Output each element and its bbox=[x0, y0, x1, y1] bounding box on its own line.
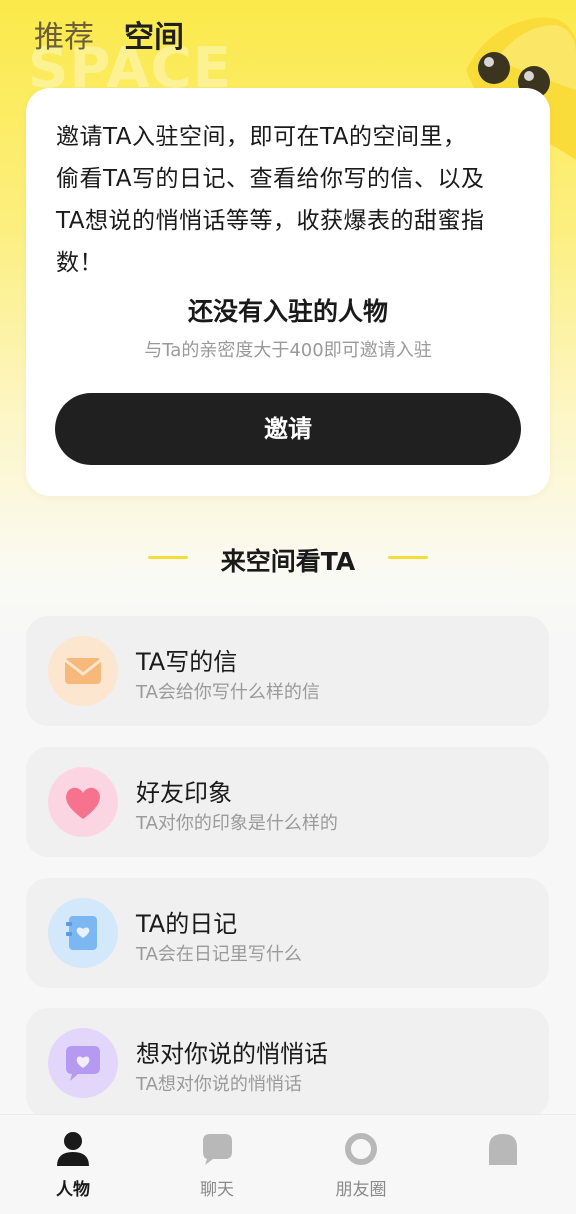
section-divider-right bbox=[388, 556, 428, 559]
section-header: 来空间看TA bbox=[0, 538, 576, 578]
envelope-icon bbox=[48, 636, 118, 706]
invite-button[interactable]: 邀请 bbox=[55, 393, 521, 465]
empty-state-title: 还没有入驻的人物 bbox=[187, 297, 388, 326]
feature-item-impression[interactable]: 好友印象 TA对你的印象是什么样的 bbox=[26, 747, 549, 857]
chat-bubble-icon bbox=[203, 1134, 232, 1165]
feature-title: TA写的信 bbox=[136, 648, 238, 676]
intro-description: 邀请TA入驻空间，即可在TA的空间里， 偷看TA写的日记、查看给你写的信、以及 … bbox=[56, 124, 485, 276]
nav-label: 朋友圈 bbox=[335, 1180, 387, 1200]
feature-subtitle: TA对你的印象是什么样的 bbox=[136, 813, 338, 834]
nav-item-characters[interactable]: 人物 bbox=[18, 1115, 128, 1214]
feature-title: 想对你说的悄悄话 bbox=[136, 1040, 328, 1068]
section-title: 来空间看TA bbox=[220, 547, 356, 576]
empty-state-subtitle: 与Ta的亲密度大于400即可邀请入驻 bbox=[144, 340, 432, 361]
nav-item-chat[interactable]: 聊天 bbox=[162, 1115, 272, 1214]
nav-item-profile[interactable] bbox=[448, 1115, 558, 1214]
feature-item-whisper[interactable]: 想对你说的悄悄话 TA想对你说的悄悄话 bbox=[26, 1008, 549, 1118]
profile-icon bbox=[489, 1134, 517, 1165]
feature-title: TA的日记 bbox=[136, 910, 238, 938]
chat-heart-icon bbox=[48, 1028, 118, 1098]
ring-icon bbox=[345, 1133, 377, 1165]
diary-icon bbox=[48, 898, 118, 968]
tab-recommend[interactable]: 推荐 bbox=[34, 12, 94, 56]
feature-title: 好友印象 bbox=[136, 779, 232, 807]
intro-card: 邀请TA入驻空间，即可在TA的空间里， 偷看TA写的日记、查看给你写的信、以及 … bbox=[26, 88, 550, 496]
feature-subtitle: TA会在日记里写什么 bbox=[136, 944, 302, 965]
nav-label: 聊天 bbox=[200, 1180, 234, 1200]
heart-icon bbox=[48, 767, 118, 837]
feature-subtitle: TA想对你说的悄悄话 bbox=[136, 1074, 302, 1095]
nav-label: 人物 bbox=[56, 1180, 90, 1200]
nav-item-moments[interactable]: 朋友圈 bbox=[306, 1115, 416, 1214]
feature-item-letter[interactable]: TA写的信 TA会给你写什么样的信 bbox=[26, 616, 549, 726]
bottom-nav: 人物 聊天 朋友圈 bbox=[0, 1114, 576, 1214]
top-tabs: 推荐 空间 bbox=[34, 12, 184, 56]
person-icon bbox=[57, 1132, 89, 1166]
feature-subtitle: TA会给你写什么样的信 bbox=[136, 682, 320, 703]
feature-item-diary[interactable]: TA的日记 TA会在日记里写什么 bbox=[26, 878, 549, 988]
tab-space[interactable]: 空间 bbox=[124, 12, 184, 56]
